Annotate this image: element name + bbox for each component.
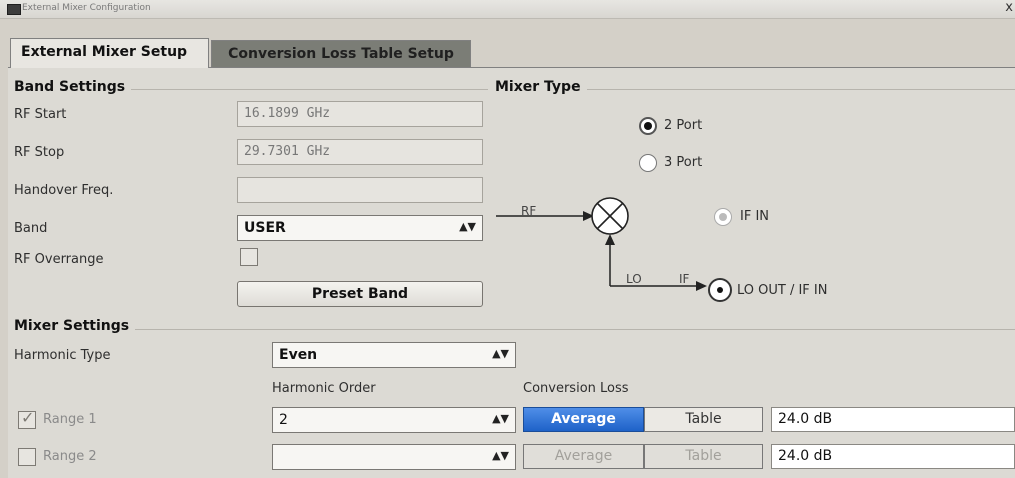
preset-band-button[interactable]: Preset Band — [237, 281, 483, 307]
title-bar: External Mixer Configuration x — [0, 0, 1015, 19]
conversion-loss-header: Conversion Loss — [523, 381, 629, 396]
mixer-type-title: Mixer Type — [495, 79, 587, 95]
if-in-connector — [714, 208, 732, 226]
harmonic-type-label: Harmonic Type — [14, 348, 111, 363]
range-2-checkbox[interactable] — [18, 448, 36, 466]
range-2-table-button[interactable]: Table — [644, 444, 763, 469]
handover-freq-field[interactable] — [237, 177, 483, 203]
range-2-label: Range 2 — [43, 449, 97, 464]
range-1-average-button[interactable]: Average — [523, 407, 644, 432]
band-label: Band — [14, 221, 48, 236]
harmonic-type-value: Even — [279, 347, 318, 363]
range-1-harmonic-order-value: 2 — [279, 412, 288, 428]
radio-2-port[interactable] — [639, 117, 657, 135]
tab-conversion-loss-table-setup[interactable]: Conversion Loss Table Setup — [211, 40, 471, 67]
rf-stop-field[interactable]: 29.7301 GHz — [237, 139, 483, 165]
handover-freq-label: Handover Freq. — [14, 183, 114, 198]
app-icon — [7, 4, 21, 15]
radio-2-port-label: 2 Port — [664, 118, 703, 133]
updown-arrow-icon: ▲▼ — [492, 449, 509, 462]
range-1-harmonic-order-select[interactable]: 2 ▲▼ — [272, 407, 516, 433]
band-select[interactable]: USER ▲▼ — [237, 215, 483, 241]
range-1-label: Range 1 — [43, 412, 97, 427]
rf-start-field[interactable]: 16.1899 GHz — [237, 101, 483, 127]
lo-port-label: LO — [626, 272, 642, 286]
rf-start-label: RF Start — [14, 107, 67, 122]
if-port-label: IF — [679, 272, 690, 286]
range-1-checkbox[interactable]: ✓ — [18, 408, 36, 429]
updown-arrow-icon: ▲▼ — [492, 412, 509, 425]
range-2-average-button[interactable]: Average — [523, 444, 644, 469]
harmonic-type-select[interactable]: Even ▲▼ — [272, 342, 516, 368]
lo-out-if-in-connector — [708, 278, 732, 302]
if-in-label: IF IN — [740, 209, 770, 224]
harmonic-order-header: Harmonic Order — [272, 381, 376, 396]
rf-overrange-checkbox[interactable] — [240, 248, 258, 266]
mixer-settings-divider — [14, 329, 1015, 330]
range-2-value-field[interactable]: 24.0 dB — [771, 444, 1015, 469]
range-1-table-button[interactable]: Table — [644, 407, 763, 432]
range-1-value-field[interactable]: 24.0 dB — [771, 407, 1015, 432]
radio-3-port[interactable] — [639, 154, 657, 172]
range-2-harmonic-order-select[interactable]: ▲▼ — [272, 444, 516, 470]
rf-stop-label: RF Stop — [14, 145, 65, 160]
checkmark-icon: ✓ — [21, 408, 35, 427]
mixer-settings-title: Mixer Settings — [14, 318, 136, 334]
tab-external-mixer-setup[interactable]: External Mixer Setup — [10, 38, 209, 68]
close-icon[interactable]: x — [1005, 0, 1013, 15]
band-settings-title: Band Settings — [14, 79, 132, 95]
updown-arrow-icon: ▲▼ — [459, 220, 476, 233]
lo-out-if-in-label: LO OUT / IF IN — [737, 283, 828, 298]
window-title: External Mixer Configuration — [22, 3, 151, 13]
rf-overrange-label: RF Overrange — [14, 252, 104, 267]
updown-arrow-icon: ▲▼ — [492, 347, 509, 360]
radio-3-port-label: 3 Port — [664, 155, 703, 170]
rf-port-label: RF — [521, 204, 537, 218]
band-select-value: USER — [244, 220, 286, 236]
